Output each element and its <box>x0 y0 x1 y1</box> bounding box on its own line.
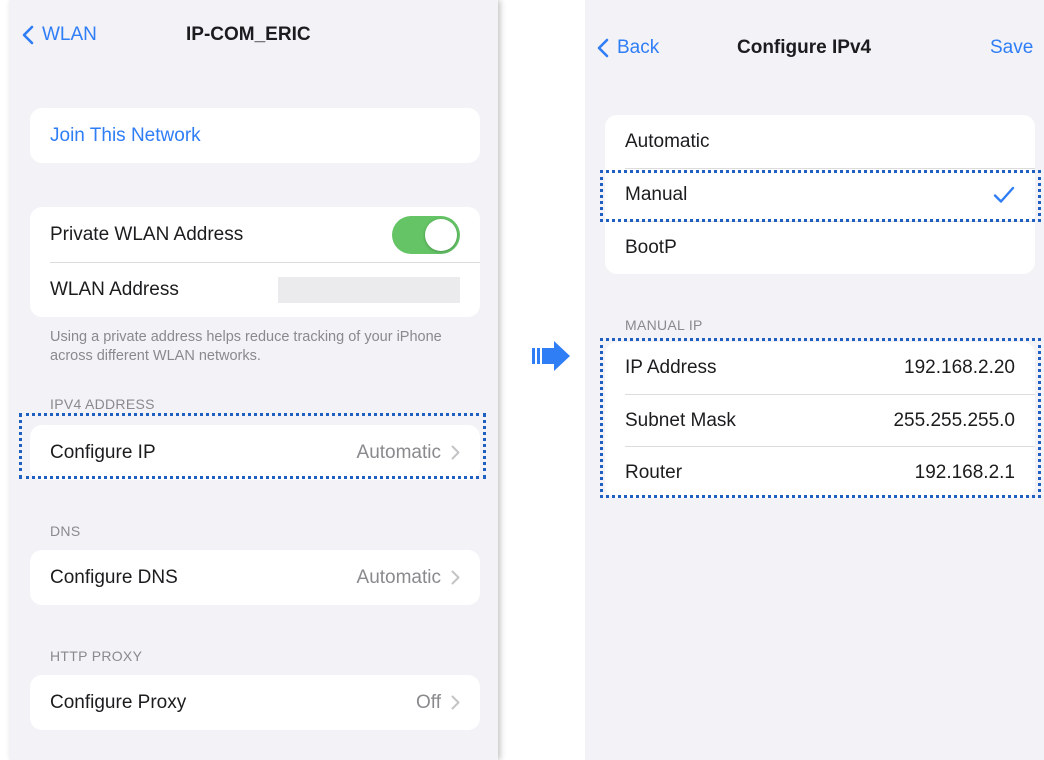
nav-bar: WLAN IP-COM_ERIC <box>10 0 498 60</box>
mode-option-automatic[interactable]: Automatic <box>605 115 1035 168</box>
subnet-mask-row[interactable]: Subnet Mask 255.255.255.0 <box>605 395 1035 446</box>
toggle-knob <box>425 218 457 251</box>
save-button[interactable]: Save <box>990 37 1033 59</box>
configure-dns-value: Automatic <box>356 566 441 588</box>
join-network-card: Join This Network <box>30 108 480 163</box>
configure-ip-label: Configure IP <box>50 441 156 463</box>
page-title: Configure IPv4 <box>737 37 872 58</box>
proxy-section-label: HTTP PROXY <box>50 648 143 664</box>
manual-ip-card: IP Address 192.168.2.20 Subnet Mask 255.… <box>605 342 1035 498</box>
configure-ip-row[interactable]: Configure IP Automatic <box>30 425 480 480</box>
configure-proxy-value: Off <box>416 691 441 713</box>
private-address-label: Private WLAN Address <box>50 223 244 245</box>
chevron-right-icon <box>451 695 460 710</box>
mode-label: Manual <box>625 184 688 205</box>
configure-ip-value-group: Automatic <box>357 442 460 464</box>
proxy-card: Configure Proxy Off <box>30 675 480 730</box>
ipv4-card: Configure IP Automatic <box>30 425 480 480</box>
ip-address-row[interactable]: IP Address 192.168.2.20 <box>605 342 1035 394</box>
configure-proxy-label: Configure Proxy <box>50 691 187 713</box>
configure-ipv4-screen: Back Configure IPv4 Save Automatic Manua… <box>585 0 1044 760</box>
mode-option-manual[interactable]: Manual <box>605 169 1035 221</box>
dns-section-label: DNS <box>50 523 81 539</box>
ip-address-value[interactable]: 192.168.2.20 <box>904 357 1015 379</box>
subnet-mask-value[interactable]: 255.255.255.0 <box>893 410 1015 432</box>
manual-ip-section-label: MANUAL IP <box>625 317 703 333</box>
back-button[interactable]: WLAN <box>22 24 97 46</box>
mode-label: Automatic <box>625 130 710 152</box>
private-address-row: Private WLAN Address <box>30 207 480 262</box>
wlan-address-label: WLAN Address <box>50 279 179 300</box>
address-card: Private WLAN Address WLAN Address <box>30 207 480 317</box>
private-address-footnote: Using a private address helps reduce tra… <box>50 329 442 364</box>
join-network-button[interactable]: Join This Network <box>30 108 480 163</box>
back-label: Back <box>617 37 660 58</box>
wlan-address-value <box>278 277 460 303</box>
back-button[interactable]: Back <box>597 37 659 59</box>
chevron-left-icon <box>22 25 34 45</box>
join-network-label: Join This Network <box>50 124 201 146</box>
dns-card: Configure DNS Automatic <box>30 550 480 605</box>
chevron-left-icon <box>597 38 609 58</box>
chevron-right-icon <box>451 445 460 460</box>
ipv4-mode-card: Automatic Manual BootP <box>605 115 1035 274</box>
nav-bar: Back Configure IPv4 Save <box>585 0 1044 60</box>
mode-option-bootp[interactable]: BootP <box>605 222 1035 274</box>
wlan-details-screen: WLAN IP-COM_ERIC Join This Network Priva… <box>10 0 498 760</box>
configure-dns-row[interactable]: Configure DNS Automatic <box>30 550 480 605</box>
field-label: Router <box>625 461 683 483</box>
router-value[interactable]: 192.168.2.1 <box>915 462 1015 484</box>
field-label: IP Address <box>625 357 717 378</box>
wlan-address-row: WLAN Address <box>30 263 480 317</box>
private-address-toggle[interactable] <box>392 215 460 254</box>
ipv4-section-label: IPV4 ADDRESS <box>50 396 155 412</box>
back-label: WLAN <box>42 24 97 45</box>
configure-proxy-value-group: Off <box>416 692 460 714</box>
configure-dns-label: Configure DNS <box>50 566 178 588</box>
router-row[interactable]: Router 192.168.2.1 <box>605 447 1035 498</box>
chevron-right-icon <box>451 570 460 585</box>
configure-proxy-row[interactable]: Configure Proxy Off <box>30 675 480 730</box>
field-label: Subnet Mask <box>625 409 736 431</box>
page-title: IP-COM_ERIC <box>186 24 311 45</box>
checkmark-icon <box>993 186 1015 203</box>
mode-label: BootP <box>625 237 677 258</box>
configure-dns-value-group: Automatic <box>357 567 460 589</box>
arrow-right-icon <box>532 341 570 371</box>
configure-ip-value: Automatic <box>356 441 441 463</box>
